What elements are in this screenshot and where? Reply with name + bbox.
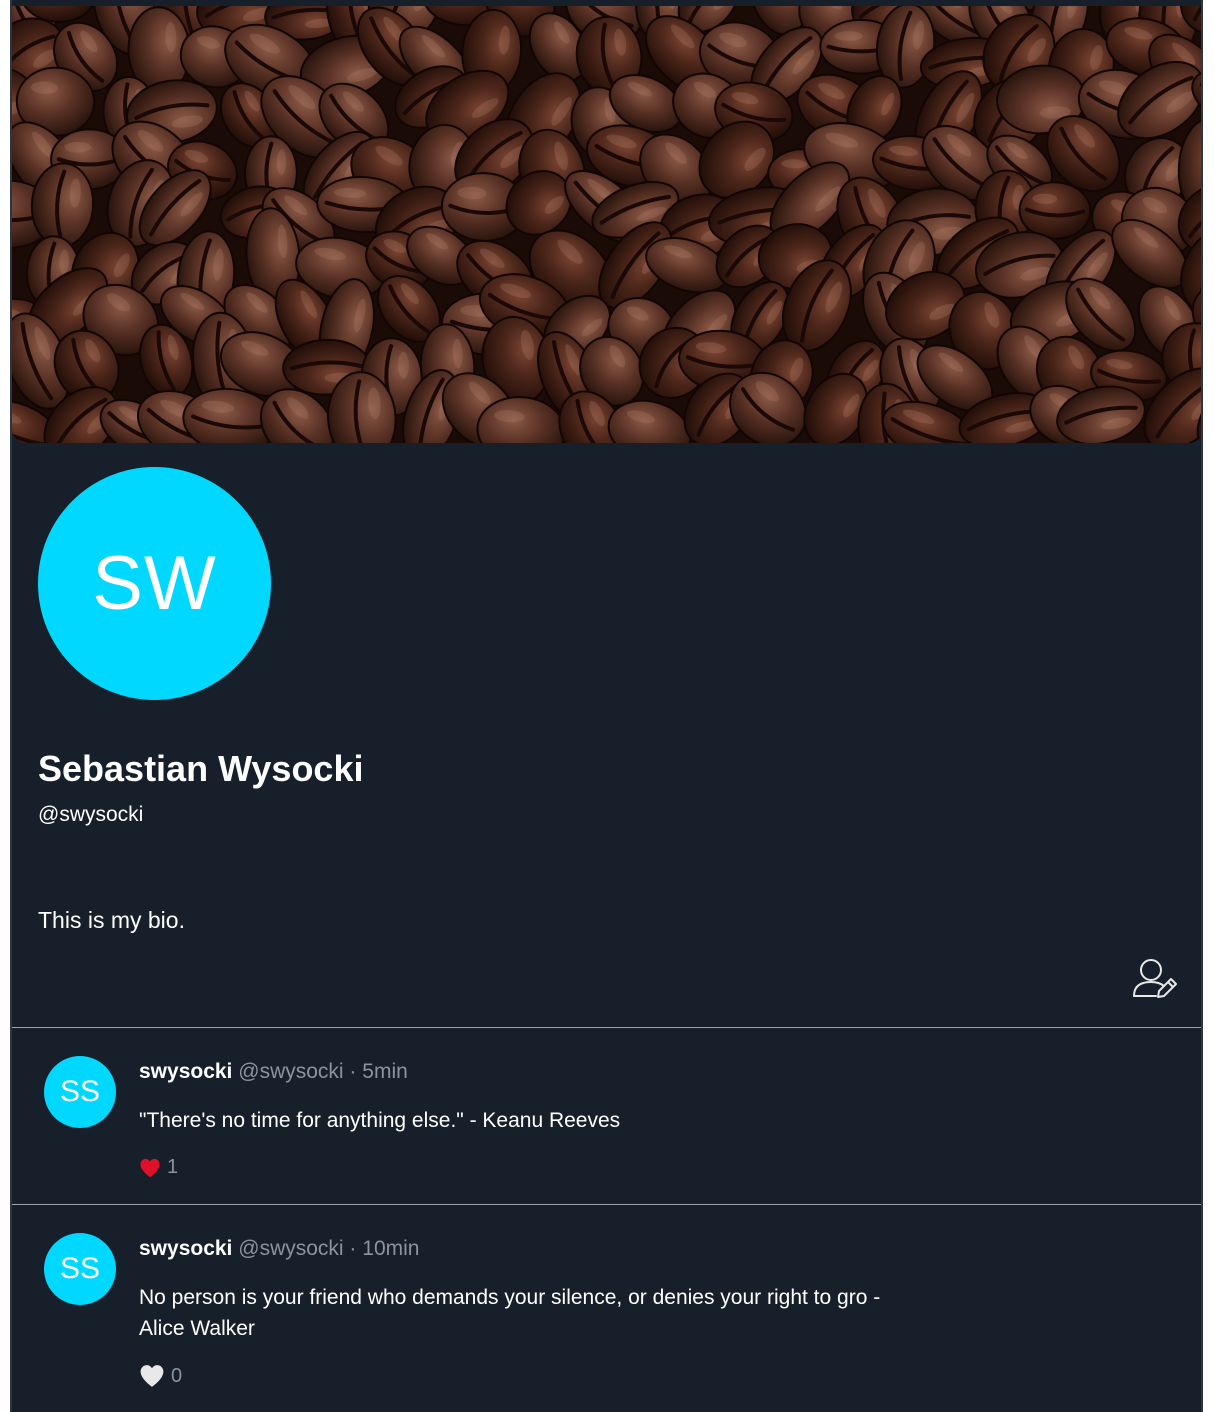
profile-bio: This is my bio. <box>38 907 185 933</box>
post-username[interactable]: swysocki <box>139 1060 232 1083</box>
heart-outline-icon <box>140 1365 164 1387</box>
like-count: 0 <box>171 1364 183 1387</box>
profile-display-name: Sebastian Wysocki <box>38 748 364 789</box>
like-count: 1 <box>167 1156 179 1178</box>
post-text: No person is your friend who demands you… <box>139 1282 999 1344</box>
post-separator: · <box>349 1237 357 1260</box>
post-avatar[interactable]: SS <box>44 1056 116 1128</box>
post-text-line: Alice Walker <box>139 1317 255 1340</box>
edit-profile-icon <box>1133 959 1177 998</box>
post-separator: · <box>349 1060 357 1083</box>
post-avatar[interactable]: SS <box>44 1233 116 1305</box>
profile-banner-image <box>12 6 1201 443</box>
post-text: "There's no time for anything else." - K… <box>139 1109 621 1132</box>
post-meta: swysocki @swysocki · 10min <box>139 1237 419 1261</box>
post-item[interactable]: SS swysocki @swysocki · 10min No person … <box>12 1205 1201 1387</box>
like-button[interactable]: 0 <box>139 1364 182 1388</box>
profile-page: SW Sebastian Wysocki @swysocki This is m… <box>10 0 1203 1412</box>
heart-filled-icon <box>140 1158 160 1177</box>
edit-profile-button[interactable] <box>1129 955 1179 1005</box>
profile-avatar: SW <box>38 467 271 700</box>
post-username[interactable]: swysocki <box>139 1237 232 1260</box>
post-handle: @swysocki <box>238 1237 344 1260</box>
post-handle: @swysocki <box>238 1060 344 1083</box>
post-text-line: No person is your friend who demands you… <box>139 1286 881 1309</box>
post-item[interactable]: SS swysocki @swysocki · 5min "There's no… <box>12 1028 1201 1204</box>
like-button[interactable]: 1 <box>139 1156 178 1179</box>
profile-handle: @swysocki <box>38 803 144 826</box>
post-time: 5min <box>362 1060 408 1083</box>
post-time: 10min <box>362 1237 420 1260</box>
post-meta: swysocki @swysocki · 5min <box>139 1060 408 1084</box>
